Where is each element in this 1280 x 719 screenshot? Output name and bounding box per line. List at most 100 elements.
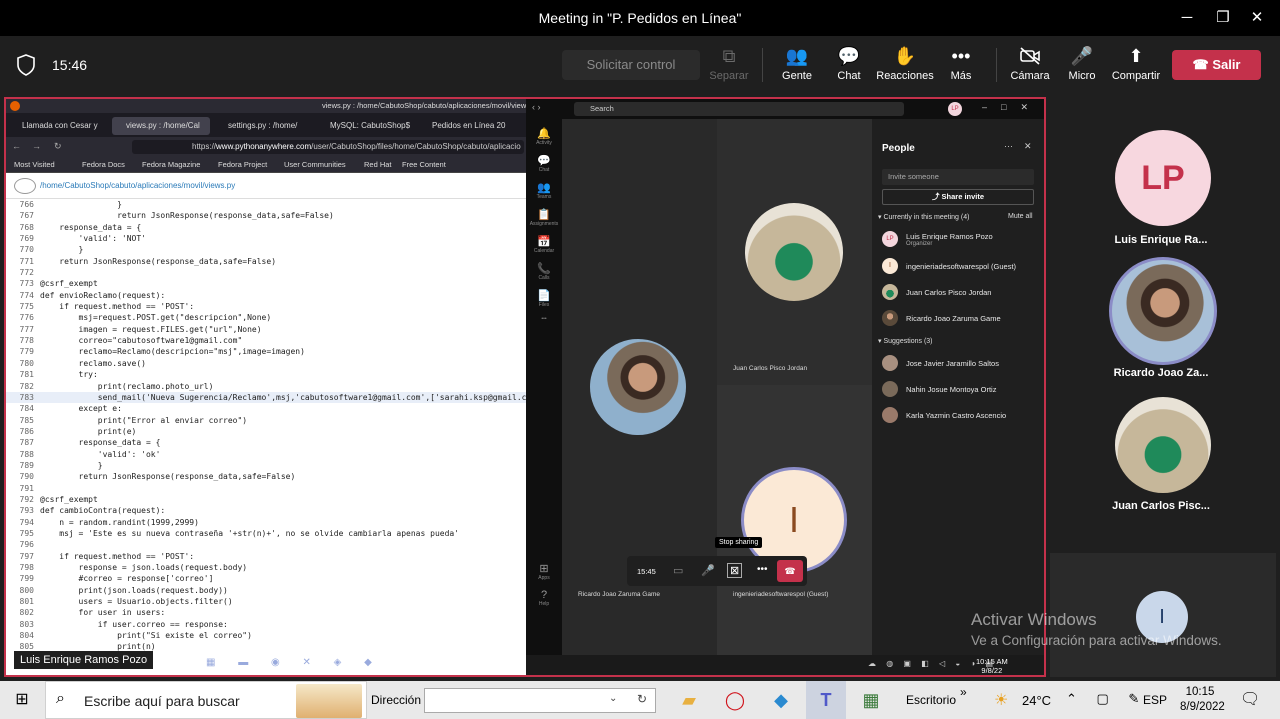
code-line[interactable]: 783 send_mail('Nueva Sugerencia/Reclamo'… <box>6 391 526 404</box>
tab-views[interactable]: views.py : /home/Cal <box>112 117 210 135</box>
more-icon[interactable]: ••• <box>757 564 768 575</box>
code-line[interactable]: 801 users = Usuario.objects.filter() <box>6 596 526 607</box>
address-input[interactable]: ⌄ ↻ <box>424 688 656 713</box>
code-line[interactable]: 797 if request.method == 'POST': <box>6 551 526 562</box>
back-icon[interactable]: ← <box>12 141 21 151</box>
code-line[interactable]: 771 return JsonResponse(response_data,sa… <box>6 256 526 267</box>
code-line[interactable]: 804 print("Si existe el correo") <box>6 630 526 641</box>
rail-calls[interactable]: 📞 Calls <box>526 262 562 281</box>
stop-sharing-icon[interactable]: ⊠ <box>727 563 743 578</box>
bookmark-most-visited[interactable]: Most Visited <box>14 160 55 169</box>
code-line[interactable]: 782 print(reclamo.photo_url) <box>6 381 526 392</box>
code-line[interactable]: 792 @csrf_exempt <box>6 494 526 505</box>
refresh-icon[interactable]: ↻ <box>637 692 647 706</box>
code-line[interactable]: 787 response_data = { <box>6 437 526 448</box>
weather-icon[interactable]: ☀ <box>994 690 1008 710</box>
chevron-down-icon[interactable]: ⌄ <box>609 693 617 704</box>
rail-activity[interactable]: 🔔 Activity <box>526 127 562 146</box>
request-control-button[interactable]: Solicitar control <box>562 50 700 80</box>
calculator-icon[interactable]: ▦ <box>852 681 890 719</box>
bookmark-fedora-docs[interactable]: Fedora Docs <box>82 160 125 169</box>
forward-icon[interactable]: → <box>32 141 41 151</box>
code-line[interactable]: 790 return JsonResponse(response_data,sa… <box>6 471 526 482</box>
code-line[interactable]: 789 } <box>6 460 526 471</box>
bookmark-user-communities[interactable]: User Communities <box>284 160 346 169</box>
mic-button[interactable]: 🎤 Micro <box>1052 44 1112 82</box>
inner-window-controls[interactable]: –□✕ <box>982 102 1042 113</box>
share-invite-button[interactable]: ⤴ Share invite <box>882 189 1034 205</box>
invite-input[interactable]: Invite someone <box>882 169 1034 185</box>
file-explorer-icon[interactable]: ▰ <box>670 681 708 719</box>
bookmark-free-content[interactable]: Free Content <box>402 160 446 169</box>
url-bar[interactable]: https://www.pythonanywhere.com/user/Cabu… <box>132 140 524 154</box>
bookmark-fedora-project[interactable]: Fedora Project <box>218 160 267 169</box>
more-icon[interactable]: ··· <box>1004 141 1013 151</box>
tab-llamada[interactable]: Llamada con Cesar y <box>8 117 108 135</box>
code-line[interactable]: 799 #correo = response['correo'] <box>6 573 526 584</box>
teams-search[interactable]: Search <box>574 102 904 116</box>
leave-button[interactable]: ☎ Salir <box>1172 50 1261 80</box>
search-box[interactable]: ⌕ Escribe aquí para buscar <box>45 681 367 719</box>
code-line[interactable]: 777 imagen = request.FILES.get("url",Non… <box>6 324 526 335</box>
code-line[interactable]: 798 response = json.loads(request.body) <box>6 562 526 573</box>
tray-icons[interactable]: ⌃ ▢ ✎ <box>1066 691 1147 707</box>
chat-button[interactable]: 💬 Chat <box>819 44 879 82</box>
code-line[interactable]: 770 } <box>6 244 526 255</box>
mute-all-button[interactable]: Mute all <box>1008 213 1033 220</box>
language-indicator[interactable]: ESP <box>1143 693 1167 707</box>
code-line[interactable]: 776 msj=request.POST.get("descripcion",N… <box>6 312 526 323</box>
reload-icon[interactable]: ↻ <box>54 141 62 152</box>
rail-assignments[interactable]: 📋 Assignments <box>526 208 562 227</box>
windows-start-icon[interactable]: ⊞ <box>0 681 44 719</box>
code-line[interactable]: 772 <box>6 267 526 278</box>
people-button[interactable]: 👥 Gente <box>767 44 827 82</box>
rail-apps[interactable]: ⊞ Apps <box>526 562 562 581</box>
rail-calendar[interactable]: 📅 Calendar <box>526 235 562 254</box>
code-line[interactable]: 803 if user.correo == response: <box>6 619 526 630</box>
code-line[interactable]: 796 <box>6 539 526 550</box>
code-line[interactable]: 781 try: <box>6 369 526 380</box>
current-heading[interactable]: ▾ Currently in this meeting (4) <box>878 213 969 221</box>
code-line[interactable]: 766 } <box>6 199 526 210</box>
code-line[interactable]: 779 reclamo=Reclamo(descripcion="msj",im… <box>6 346 526 357</box>
more-button[interactable]: ••• Más <box>931 44 991 82</box>
code-line[interactable]: 785 print("Error al enviar correo") <box>6 415 526 426</box>
share-button[interactable]: ⬆ Compartir <box>1106 44 1166 82</box>
bookmark-red-hat[interactable]: Red Hat <box>364 160 392 169</box>
tab-pedidos[interactable]: Pedidos en Línea 20 <box>418 117 518 135</box>
teams-taskbar-icon[interactable]: T <box>806 681 846 719</box>
reactions-button[interactable]: ✋ Reacciones <box>875 44 935 82</box>
maximize-button[interactable]: ❐ <box>1211 6 1235 30</box>
close-icon[interactable]: ✕ <box>1024 141 1032 152</box>
close-button[interactable]: ✕ <box>1245 6 1269 30</box>
tab-mysql[interactable]: MySQL: CabutoShop$ <box>316 117 414 135</box>
code-line[interactable]: 788 'valid': 'ok' <box>6 449 526 460</box>
bookmark-fedora-magazine[interactable]: Fedora Magazine <box>142 160 200 169</box>
popout-button[interactable]: ⧉ Separar <box>699 44 759 82</box>
app-icon[interactable]: ◆ <box>762 681 800 719</box>
rail-chat[interactable]: 💬 Chat <box>526 154 562 173</box>
code-line[interactable]: 780 reclamo.save() <box>6 358 526 369</box>
camera-off-icon[interactable]: ▭ <box>673 564 683 577</box>
code-line[interactable]: 768 response_data = { <box>6 222 526 233</box>
code-line[interactable]: 774 def envioReclamo(request): <box>6 290 526 301</box>
back-icon[interactable]: ‹ › <box>532 102 541 112</box>
opera-icon[interactable]: ◯ <box>716 681 754 719</box>
code-line[interactable]: 793 def cambioContra(request): <box>6 505 526 516</box>
avatar[interactable]: LP <box>948 102 962 116</box>
temperature[interactable]: 24°C <box>1022 693 1051 708</box>
code-line[interactable]: 769 'valid': 'NOT' <box>6 233 526 244</box>
code-line[interactable]: 778 correo="cabutosoftware1@gmail.com" <box>6 335 526 346</box>
mic-icon[interactable]: 🎤 <box>701 564 715 577</box>
rail-files[interactable]: 📄 Files <box>526 289 562 308</box>
code-line[interactable]: 773 @csrf_exempt <box>6 278 526 289</box>
code-line[interactable]: 775 if request.method == 'POST': <box>6 301 526 312</box>
rail-more[interactable]: ••• <box>526 316 562 322</box>
chevron-right-icon[interactable]: » <box>960 685 967 699</box>
code-line[interactable]: 795 msj = 'Este es su nueva contraseña '… <box>6 528 526 539</box>
desktop-toolbar-label[interactable]: Escritorio <box>906 693 956 707</box>
clock[interactable]: 10:15 8/9/2022 <box>1180 685 1225 715</box>
rail-teams[interactable]: 👥 Teams <box>526 181 562 200</box>
rail-help[interactable]: ? Help <box>526 589 562 607</box>
code-line[interactable]: 767 return JsonResponse(response_data,sa… <box>6 210 526 221</box>
